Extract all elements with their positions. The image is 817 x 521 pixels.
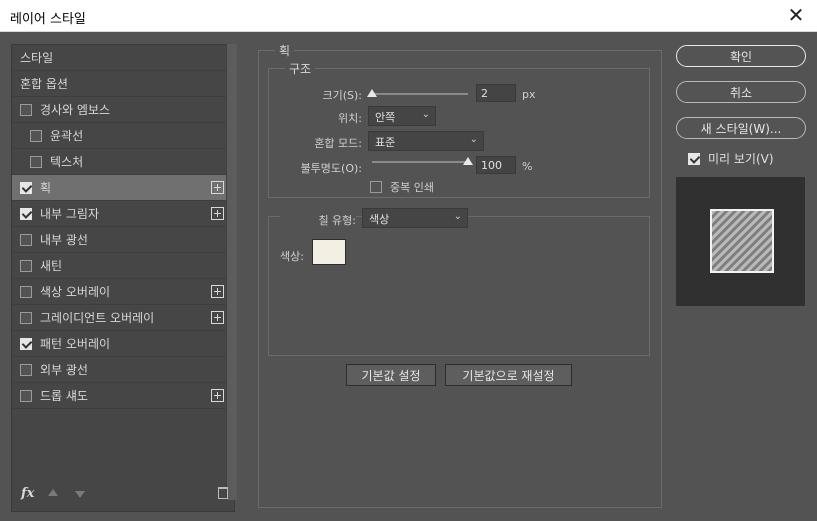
color-label: 색상:	[280, 250, 304, 263]
style-list-label: 내부 그림자	[40, 207, 100, 221]
stroke-section-title: 획	[275, 42, 295, 59]
chevron-down-icon: ⌄	[421, 109, 430, 120]
new-style-button[interactable]: 새 스타일(W)...	[676, 117, 806, 139]
style-checkbox[interactable]	[30, 155, 42, 168]
layer-style-dialog: 스타일 혼합 옵션 경사와 엠보스 윤곽선 텍스처 획 내부 그림자 내부 광선 새틴 색상 오버…	[0, 32, 817, 521]
preview-thumbnail	[676, 177, 805, 306]
structure-title: 구조	[285, 60, 316, 77]
preview-swatch	[710, 209, 774, 273]
preview-label: 미리 보기(V)	[708, 152, 774, 166]
overprint-checkbox[interactable]	[370, 181, 382, 193]
cancel-button[interactable]: 취소	[676, 81, 806, 103]
style-list-item[interactable]: 획	[12, 175, 226, 201]
title-bar: 레이어 스타일 ✕	[0, 0, 817, 32]
style-list-label: 패턴 오버레이	[40, 337, 111, 351]
style-checkbox[interactable]	[20, 207, 32, 220]
style-checkbox[interactable]	[20, 103, 32, 116]
blend-mode-value: 표준	[375, 136, 396, 149]
opacity-slider-track[interactable]	[372, 161, 468, 163]
close-icon[interactable]: ✕	[785, 4, 807, 26]
position-select[interactable]: 안쪽 ⌄	[368, 106, 436, 126]
size-label: 크기(S):	[322, 89, 362, 102]
move-down-icon[interactable]	[75, 491, 85, 498]
style-checkbox[interactable]	[20, 259, 32, 272]
preview-checkbox[interactable]	[688, 152, 700, 165]
fill-type-select[interactable]: 색상 ⌄	[362, 208, 468, 228]
move-up-icon[interactable]	[48, 489, 58, 496]
style-list-item[interactable]: 그레이디언트 오버레이	[12, 305, 226, 331]
window-title: 레이어 스타일	[10, 12, 86, 27]
style-checkbox[interactable]	[20, 233, 32, 246]
style-list-label: 경사와 엠보스	[40, 103, 111, 117]
size-slider-track[interactable]	[372, 93, 468, 95]
add-effect-icon[interactable]	[211, 389, 224, 402]
style-checkbox[interactable]	[30, 129, 42, 142]
preview-option[interactable]: 미리 보기(V)	[688, 150, 774, 167]
style-list-label: 스타일	[20, 51, 54, 65]
add-effect-icon[interactable]	[211, 207, 224, 220]
style-list-item[interactable]: 패턴 오버레이	[12, 331, 226, 357]
style-list-label: 그레이디언트 오버레이	[40, 311, 155, 325]
chevron-down-icon: ⌄	[453, 211, 462, 222]
blend-mode-label: 혼합 모드:	[314, 137, 362, 150]
style-checkbox[interactable]	[20, 181, 32, 194]
style-list-label: 외부 광선	[40, 363, 88, 377]
style-list-label: 텍스처	[50, 155, 84, 169]
style-list-scrollbar[interactable]	[226, 44, 237, 500]
fill-type-section	[268, 216, 650, 356]
position-label: 위치:	[338, 112, 362, 125]
make-default-button[interactable]: 기본값 설정	[346, 364, 436, 386]
trash-icon[interactable]	[218, 487, 228, 499]
style-list-item[interactable]: 색상 오버레이	[12, 279, 226, 305]
style-list-label: 윤곽선	[50, 129, 84, 143]
style-checkbox[interactable]	[20, 311, 32, 324]
style-checkbox[interactable]	[20, 337, 32, 350]
fx-icon[interactable]: fx	[21, 486, 34, 501]
chevron-down-icon: ⌄	[469, 134, 478, 145]
style-list-toolbar: fx	[11, 482, 235, 510]
style-checkbox[interactable]	[20, 285, 32, 298]
style-list-label: 획	[40, 181, 52, 195]
style-list-label: 새틴	[40, 259, 63, 273]
opacity-input[interactable]: 100	[476, 156, 516, 174]
reset-default-button[interactable]: 기본값으로 재설정	[445, 364, 572, 386]
fill-type-label: 칠 유형:	[280, 212, 356, 228]
add-effect-icon[interactable]	[211, 181, 224, 194]
ok-button[interactable]: 확인	[676, 45, 806, 67]
style-list-item[interactable]: 스타일	[12, 45, 226, 71]
style-list-item[interactable]: 윤곽선	[12, 123, 226, 149]
style-list: 스타일혼합 옵션경사와 엠보스윤곽선텍스처획내부 그림자내부 광선새틴색상 오버…	[11, 44, 235, 512]
style-list-item[interactable]: 혼합 옵션	[12, 71, 226, 97]
style-list-item[interactable]: 새틴	[12, 253, 226, 279]
opacity-unit: %	[522, 160, 533, 173]
opacity-label: 불투명도(O):	[300, 162, 362, 175]
size-unit: px	[522, 88, 536, 101]
style-list-item[interactable]: 내부 그림자	[12, 201, 226, 227]
add-effect-icon[interactable]	[211, 311, 224, 324]
position-value: 안쪽	[375, 111, 396, 124]
overprint-label: 중복 인쇄	[390, 181, 434, 194]
style-list-label: 내부 광선	[40, 233, 88, 247]
style-list-item[interactable]: 드롭 섀도	[12, 383, 226, 409]
style-list-item[interactable]: 텍스처	[12, 149, 226, 175]
style-checkbox[interactable]	[20, 363, 32, 376]
style-list-item[interactable]: 외부 광선	[12, 357, 226, 383]
blend-mode-select[interactable]: 표준 ⌄	[368, 131, 484, 151]
style-list-label: 혼합 옵션	[20, 77, 68, 91]
color-swatch[interactable]	[312, 239, 346, 265]
fill-type-value: 색상	[369, 213, 390, 226]
style-list-item[interactable]: 내부 광선	[12, 227, 226, 253]
style-checkbox[interactable]	[20, 389, 32, 402]
size-input[interactable]: 2	[476, 84, 516, 102]
overprint-option[interactable]: 중복 인쇄	[370, 179, 434, 195]
style-list-item[interactable]: 경사와 엠보스	[12, 97, 226, 123]
size-slider-thumb[interactable]	[367, 89, 377, 97]
add-effect-icon[interactable]	[211, 285, 224, 298]
style-list-label: 색상 오버레이	[40, 285, 111, 299]
style-list-label: 드롭 섀도	[40, 389, 88, 403]
opacity-slider-thumb[interactable]	[463, 157, 473, 165]
